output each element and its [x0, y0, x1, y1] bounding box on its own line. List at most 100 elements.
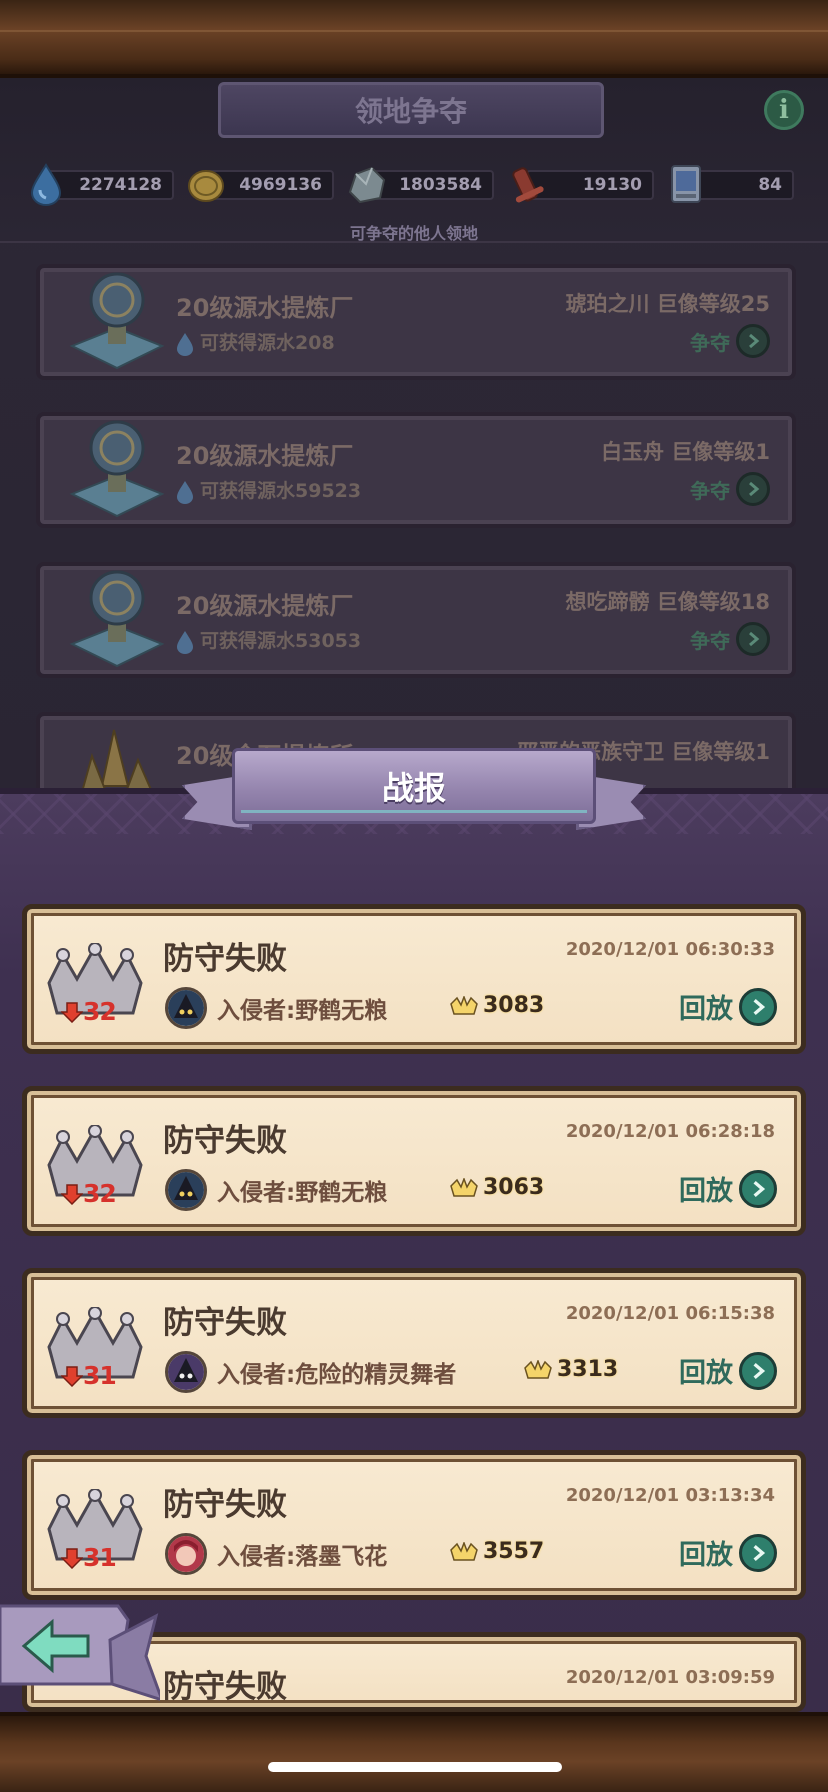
card-ticket-icon — [671, 165, 701, 203]
source-water-drop-icon — [30, 163, 62, 206]
entry-result: 防守失败 — [163, 1487, 287, 1523]
replay-button[interactable]: 回放 — [679, 1351, 777, 1390]
plot-yield: 可获得源水59523 — [176, 476, 361, 504]
battle-report-title: 战报 — [232, 748, 596, 824]
arrow-right-icon — [739, 987, 777, 1026]
back-arrow-icon — [0, 1604, 165, 1703]
replay-button[interactable]: 回放 — [679, 1533, 777, 1572]
report-entry: 32 防守失败 2020/12/01 06:30:33 入侵者:野鹤无粮 308… — [22, 904, 806, 1054]
plot-yield-text: 可获得源水208 — [200, 332, 335, 354]
invader-name: 入侵者:野鹤无粮 — [217, 1180, 388, 1206]
plot-name: 20级源水提炼厂 — [176, 592, 354, 620]
replay-label: 回放 — [679, 994, 733, 1025]
plot-owner: 白玉舟 巨像等级1 — [601, 440, 770, 464]
entry-result: 防守失败 — [163, 1123, 287, 1159]
section-caption: 可争夺的他人领地 — [349, 224, 478, 243]
invader-name: 入侵者:野鹤无粮 — [217, 998, 388, 1024]
scroll-icon — [512, 167, 544, 203]
invader-score-value: 3557 — [483, 1539, 545, 1564]
contest-button[interactable]: 争夺 — [690, 472, 770, 506]
rank-drop-value: 32 — [83, 1179, 117, 1208]
contest-label: 争夺 — [690, 628, 730, 653]
arrow-right-icon — [736, 324, 770, 358]
refinery-building-icon — [69, 570, 165, 668]
plot-yield: 可获得源水208 — [176, 328, 335, 356]
info-icon[interactable]: i — [764, 90, 804, 130]
arrow-right-icon — [739, 1169, 777, 1208]
down-arrow-icon — [61, 1001, 83, 1023]
contest-button[interactable]: 争夺 — [690, 622, 770, 656]
territory-header: 领地争夺 i 2274128 4969136 1803584 19130 84 … — [0, 78, 828, 243]
arrow-right-icon — [736, 622, 770, 656]
plot-owner: 想吃蹄髈 巨像等级18 — [565, 590, 770, 614]
plot-row: 20级源水提炼厂 可获得源水59523 白玉舟 巨像等级1 争夺 — [36, 412, 796, 528]
contest-label: 争夺 — [690, 330, 730, 355]
replay-label: 回放 — [679, 1176, 733, 1207]
refinery-building-icon — [69, 272, 165, 370]
replay-button[interactable]: 回放 — [679, 987, 777, 1026]
crown-icon — [524, 1359, 552, 1379]
top-frame — [0, 0, 828, 78]
rank-drop-value: 31 — [83, 1543, 117, 1572]
battle-report-banner: 战报 — [182, 748, 646, 834]
crown-icon — [450, 1541, 478, 1561]
home-indicator[interactable] — [268, 1762, 562, 1772]
entry-time: 2020/12/01 03:13:34 — [565, 1485, 775, 1506]
bottom-frame — [0, 1712, 828, 1792]
report-entry: 32 防守失败 2020/12/01 06:28:18 入侵者:野鹤无粮 306… — [22, 1086, 806, 1236]
entry-time: 2020/12/01 06:30:33 — [565, 939, 775, 960]
crown-icon — [450, 995, 478, 1015]
plot-yield-text: 可获得源水53053 — [200, 630, 362, 652]
replay-label: 回放 — [679, 1540, 733, 1571]
plot-name: 20级源水提炼厂 — [176, 294, 354, 322]
invader-score: 3083 — [449, 993, 544, 1018]
down-arrow-icon — [61, 1547, 83, 1569]
plot-name: 20级源水提炼厂 — [176, 442, 354, 470]
back-button[interactable] — [0, 1600, 165, 1708]
ore-stone-icon — [348, 166, 386, 204]
invader-score: 3313 — [523, 1357, 618, 1382]
avatar — [165, 1533, 207, 1575]
avatar — [165, 1169, 207, 1211]
territory-screen: 领地争夺 i 2274128 4969136 1803584 19130 84 … — [0, 78, 828, 828]
entry-result: 防守失败 — [163, 1669, 287, 1705]
entry-result: 防守失败 — [163, 941, 287, 977]
entry-time: 2020/12/01 06:28:18 — [565, 1121, 775, 1142]
down-arrow-icon — [61, 1183, 83, 1205]
rank-drop-value: 32 — [83, 997, 117, 1026]
resource-bar: 2274128 4969136 1803584 19130 84 — [24, 162, 804, 206]
replay-label: 回放 — [679, 1358, 733, 1389]
source-water-drop-icon — [177, 480, 193, 504]
arrow-right-icon — [739, 1533, 777, 1572]
avatar — [165, 987, 207, 1029]
contest-label: 争夺 — [690, 478, 730, 503]
avatar — [165, 1351, 207, 1393]
report-entry: 31 防守失败 2020/12/01 03:13:34 入侵者:落墨飞花 355… — [22, 1450, 806, 1600]
rank-drop: 31 — [61, 1543, 117, 1572]
gold-coin-icon — [188, 170, 224, 202]
refinery-building-icon — [69, 420, 165, 518]
invader-score: 3063 — [449, 1175, 544, 1200]
page-title: 领地争夺 — [218, 82, 604, 138]
arrow-right-icon — [739, 1351, 777, 1390]
source-water-drop-icon — [177, 630, 193, 654]
rank-drop: 31 — [61, 1361, 117, 1390]
arrow-right-icon — [736, 472, 770, 506]
replay-button[interactable]: 回放 — [679, 1169, 777, 1208]
entry-time: 2020/12/01 06:15:38 — [565, 1303, 775, 1324]
report-entry: 31 防守失败 2020/12/01 06:15:38 入侵者:危险的精灵舞者 … — [22, 1268, 806, 1418]
down-arrow-icon — [61, 1365, 83, 1387]
plot-row: 20级源水提炼厂 可获得源水53053 想吃蹄髈 巨像等级18 争夺 — [36, 562, 796, 678]
contest-button[interactable]: 争夺 — [690, 324, 770, 358]
crown-icon — [450, 1177, 478, 1197]
invader-score-value: 3063 — [483, 1175, 545, 1200]
invader-name: 入侵者:危险的精灵舞者 — [217, 1362, 457, 1388]
entry-result: 防守失败 — [163, 1305, 287, 1341]
invader-name: 入侵者:落墨飞花 — [217, 1544, 388, 1570]
invader-score-value: 3313 — [557, 1357, 619, 1382]
rank-drop-value: 31 — [83, 1361, 117, 1390]
plot-yield-text: 可获得源水59523 — [200, 480, 362, 502]
rank-drop: 32 — [61, 1179, 117, 1208]
plot-yield: 可获得源水53053 — [176, 626, 361, 654]
source-water-drop-icon — [177, 332, 193, 356]
